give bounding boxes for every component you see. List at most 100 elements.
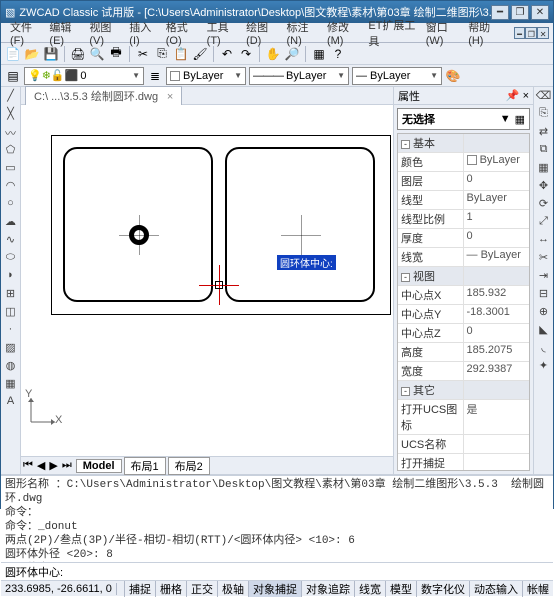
circle-icon[interactable]: ○: [3, 197, 19, 213]
rotate-icon[interactable]: ⟳: [536, 197, 552, 213]
zoom-icon[interactable]: 🔎: [284, 46, 300, 62]
print-icon[interactable]: 🖨: [70, 46, 86, 62]
status-polar[interactable]: 极轴: [217, 581, 248, 597]
pline-icon[interactable]: 〰: [3, 125, 19, 141]
undo-icon[interactable]: ↶: [219, 46, 235, 62]
menu-format[interactable]: 格式(O): [161, 17, 202, 49]
prop-cz-v[interactable]: 0: [464, 324, 530, 342]
mirror-icon[interactable]: ⇄: [536, 125, 552, 141]
document-tab[interactable]: C:\ ...\3.5.3 绘制圆环.dwg ×: [25, 86, 182, 105]
help-icon[interactable]: ?: [330, 46, 346, 62]
command-input[interactable]: 圆环体中心:: [1, 562, 553, 580]
status-tablet[interactable]: 数字化仪: [416, 581, 469, 597]
prop-snap-v[interactable]: [464, 454, 530, 471]
status-otrack[interactable]: 对象追踪: [301, 581, 354, 597]
point-icon[interactable]: ·: [3, 323, 19, 339]
region-icon[interactable]: ◍: [3, 359, 19, 375]
menu-help[interactable]: 帮助(H): [463, 17, 503, 49]
status-tent[interactable]: 帐幄: [522, 581, 553, 597]
break-icon[interactable]: ⊟: [536, 287, 552, 303]
tab-last-icon[interactable]: ⏭: [60, 459, 74, 472]
move-icon[interactable]: ✥: [536, 179, 552, 195]
doc-minimize-button[interactable]: ━: [514, 27, 526, 39]
color-dropdown[interactable]: ByLayer ▼: [166, 67, 246, 85]
tab-first-icon[interactable]: ⏮: [21, 459, 35, 472]
tab-prev-icon[interactable]: ◀: [35, 459, 47, 472]
ellipse-icon[interactable]: ⬭: [3, 251, 19, 267]
xline-icon[interactable]: ╳: [3, 107, 19, 123]
new-icon[interactable]: 📄: [5, 46, 21, 62]
status-snap[interactable]: 捕捉: [124, 581, 155, 597]
pan-icon[interactable]: ✋: [265, 46, 281, 62]
prop-color-v[interactable]: ByLayer: [480, 154, 520, 166]
tab-model[interactable]: Model: [76, 459, 122, 473]
erase-icon[interactable]: ⌫: [536, 89, 552, 105]
tab-next-icon[interactable]: ▶: [47, 459, 59, 472]
chamfer-icon[interactable]: ◣: [536, 323, 552, 339]
status-dyn[interactable]: 动态输入: [469, 581, 522, 597]
lineweight-dropdown[interactable]: — ByLayer ▼: [352, 67, 442, 85]
prop-ltscale-v[interactable]: 1: [464, 210, 530, 228]
fillet-icon[interactable]: ◟: [536, 341, 552, 357]
menu-modify[interactable]: 修改(M): [322, 17, 363, 49]
prop-lw-v[interactable]: ByLayer: [481, 249, 521, 261]
cut-icon[interactable]: ✂: [135, 46, 151, 62]
maximize-button[interactable]: ❐: [511, 5, 529, 20]
prop-thick-v[interactable]: 0: [464, 229, 530, 247]
prop-h-v[interactable]: 185.2075: [464, 343, 530, 361]
color-picker-icon[interactable]: 🎨: [445, 68, 461, 84]
array-icon[interactable]: ▦: [536, 161, 552, 177]
prop-layer-v[interactable]: 0: [464, 172, 530, 190]
arc-icon[interactable]: ◠: [3, 179, 19, 195]
status-grid[interactable]: 栅格: [155, 581, 186, 597]
drawing-canvas[interactable]: 圆环体中心: X Y: [21, 105, 393, 456]
menu-tools[interactable]: 工具(T): [202, 17, 241, 49]
table-icon[interactable]: ▦: [3, 377, 19, 393]
group-basic[interactable]: 基本: [413, 138, 435, 150]
tab-layout2[interactable]: 布局2: [168, 457, 210, 475]
panel-close-icon[interactable]: ×: [523, 90, 529, 102]
explode-icon[interactable]: ✦: [536, 359, 552, 375]
group-misc[interactable]: 其它: [413, 385, 435, 397]
prop-w-v[interactable]: 292.9387: [464, 362, 530, 380]
selection-dropdown[interactable]: 无选择 ▼ ▦: [397, 108, 530, 130]
prop-ltype-v[interactable]: ByLayer: [464, 191, 530, 209]
text-icon[interactable]: A: [3, 395, 19, 411]
prop-cy-v[interactable]: -18.3001: [464, 305, 530, 323]
panel-pin-icon[interactable]: 📌: [506, 90, 520, 102]
spline-icon[interactable]: ∿: [3, 233, 19, 249]
prop-cx-v[interactable]: 185.932: [464, 286, 530, 304]
join-icon[interactable]: ⊕: [536, 305, 552, 321]
redo-icon[interactable]: ↷: [238, 46, 254, 62]
menu-edit[interactable]: 编辑(E): [44, 17, 84, 49]
preview-icon[interactable]: 🔍: [89, 46, 105, 62]
layer-manager-icon[interactable]: ▤: [5, 68, 21, 84]
extend-icon[interactable]: ⇥: [536, 269, 552, 285]
status-lwt[interactable]: 线宽: [354, 581, 385, 597]
offset-icon[interactable]: ⧉: [536, 143, 552, 159]
doc-close-button[interactable]: ✕: [537, 27, 549, 39]
insert-icon[interactable]: ⊞: [3, 287, 19, 303]
linetype-dropdown[interactable]: ——— ByLayer ▼: [249, 67, 349, 85]
ellipsearc-icon[interactable]: ◗: [3, 269, 19, 285]
close-tab-icon[interactable]: ×: [167, 91, 173, 103]
stretch-icon[interactable]: ↔: [536, 233, 552, 249]
coordinates[interactable]: 233.6985, -26.6611, 0: [1, 583, 117, 595]
open-icon[interactable]: 📂: [24, 46, 40, 62]
paste-icon[interactable]: 📋: [173, 46, 189, 62]
group-view[interactable]: 视图: [413, 271, 435, 283]
scale-icon[interactable]: ⤢: [536, 215, 552, 231]
revcloud-icon[interactable]: ☁: [3, 215, 19, 231]
status-ortho[interactable]: 正交: [186, 581, 217, 597]
status-model[interactable]: 模型: [385, 581, 416, 597]
menu-insert[interactable]: 插入(I): [124, 17, 160, 49]
tab-layout1[interactable]: 布局1: [124, 457, 166, 475]
hatch-icon[interactable]: ▨: [3, 341, 19, 357]
close-button[interactable]: ✕: [531, 5, 549, 20]
layer-prev-icon[interactable]: ≣: [147, 68, 163, 84]
save-icon[interactable]: 💾: [43, 46, 59, 62]
line-icon[interactable]: ╱: [3, 89, 19, 105]
trim-icon[interactable]: ✂: [536, 251, 552, 267]
command-history[interactable]: 图形名称 ：C:\Users\Administrator\Desktop\图文教…: [1, 474, 553, 562]
layer-dropdown[interactable]: 💡❄🔓⬛ 0 ▼: [24, 67, 144, 85]
